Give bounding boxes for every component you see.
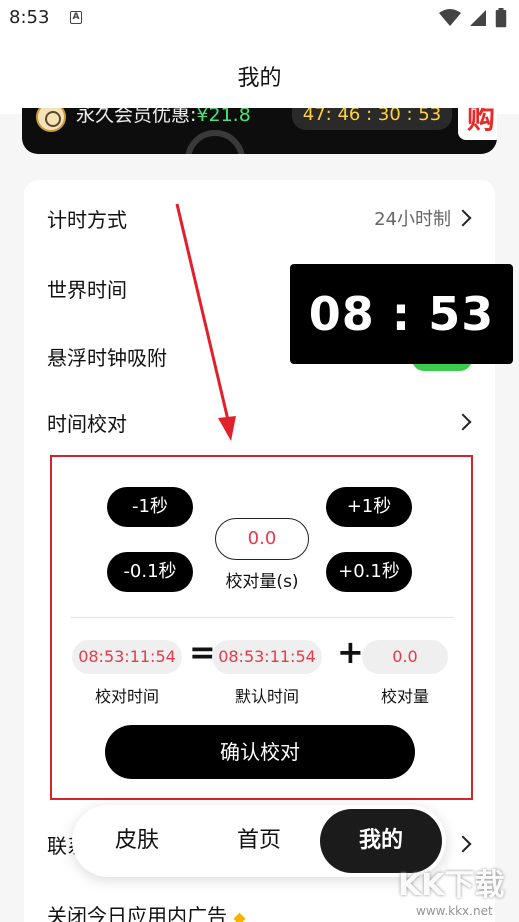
time-calibration-label: 时间校对	[47, 412, 127, 436]
vip-promo-banner[interactable]: 永久会员优惠:¥21.8 47: 46 : 30 : 53 购	[22, 108, 497, 154]
close-ads-text: 关闭今日应用内广告	[47, 904, 227, 922]
calibration-amount-label: 校对量(s)	[225, 572, 299, 592]
time-calibration-row[interactable]: 时间校对	[24, 392, 495, 452]
watermark-logo: KK下载 www.kkx.net	[398, 860, 516, 920]
nav-tab-skin[interactable]: 皮肤	[92, 805, 182, 877]
plus-0.1s-button[interactable]: +0.1秒	[326, 552, 412, 592]
wifi-icon	[439, 9, 461, 26]
world-time-label: 世界时间	[47, 278, 127, 302]
calibration-amount-input[interactable]: 0.0	[215, 518, 309, 560]
banner-label: 永久会员优惠:	[76, 108, 197, 126]
banner-countdown: 47: 46 : 30 : 53	[292, 108, 452, 130]
vip-clock-icon	[36, 108, 66, 132]
floating-clock[interactable]: 08 : 53	[290, 264, 513, 364]
buy-icon[interactable]: 购	[458, 108, 497, 140]
calibrated-time-value: 08:53:11:54	[72, 640, 182, 674]
notification-a-icon: A	[70, 11, 82, 24]
time-format-value: 24小时制	[374, 209, 451, 230]
close-ads-label: 关闭今日应用内广告 ◆	[47, 900, 246, 922]
header: 我的	[0, 36, 519, 114]
minus-0.1s-button[interactable]: -0.1秒	[107, 552, 193, 592]
signal-icon	[470, 10, 486, 26]
bottom-nav: 皮肤 首页 我的	[72, 805, 446, 877]
chevron-right-icon	[454, 835, 472, 853]
plus-1s-button[interactable]: +1秒	[326, 487, 412, 527]
time-format-row[interactable]: 计时方式 24小时制	[24, 188, 495, 248]
banner-price: ¥21.8	[196, 108, 251, 126]
calibration-panel: -1秒 -0.1秒 +1秒 +0.1秒 0.0 校对量(s) 08:53:11:…	[50, 455, 473, 800]
default-time-label: 默认时间	[234, 687, 299, 706]
offset-label: 校对量	[380, 687, 429, 706]
battery-icon	[495, 8, 507, 28]
plus-sign: +	[337, 633, 364, 671]
calibrated-time-label: 校对时间	[94, 687, 159, 706]
ring-decoration	[185, 130, 245, 154]
divider	[70, 617, 454, 618]
watermark-main: KK下载	[398, 868, 505, 903]
offset-value: 0.0	[362, 640, 448, 674]
default-time-value: 08:53:11:54	[212, 640, 322, 674]
diamond-icon: ◆	[233, 908, 246, 922]
float-clock-snap-label: 悬浮时钟吸附	[47, 346, 167, 370]
time-format-label: 计时方式	[47, 208, 127, 232]
status-icons	[439, 8, 507, 28]
minus-1s-button[interactable]: -1秒	[107, 487, 193, 527]
confirm-calibration-button[interactable]: 确认校对	[105, 725, 415, 779]
watermark-url: www.kkx.net	[416, 904, 493, 918]
status-bar: 8:53 A	[0, 0, 519, 36]
banner-text: 永久会员优惠:¥21.8	[76, 108, 251, 127]
chevron-right-icon	[454, 413, 472, 431]
chevron-right-icon	[454, 209, 472, 227]
nav-tab-home[interactable]: 首页	[214, 805, 304, 877]
page-title: 我的	[237, 66, 282, 91]
status-time: 8:53	[9, 7, 50, 28]
